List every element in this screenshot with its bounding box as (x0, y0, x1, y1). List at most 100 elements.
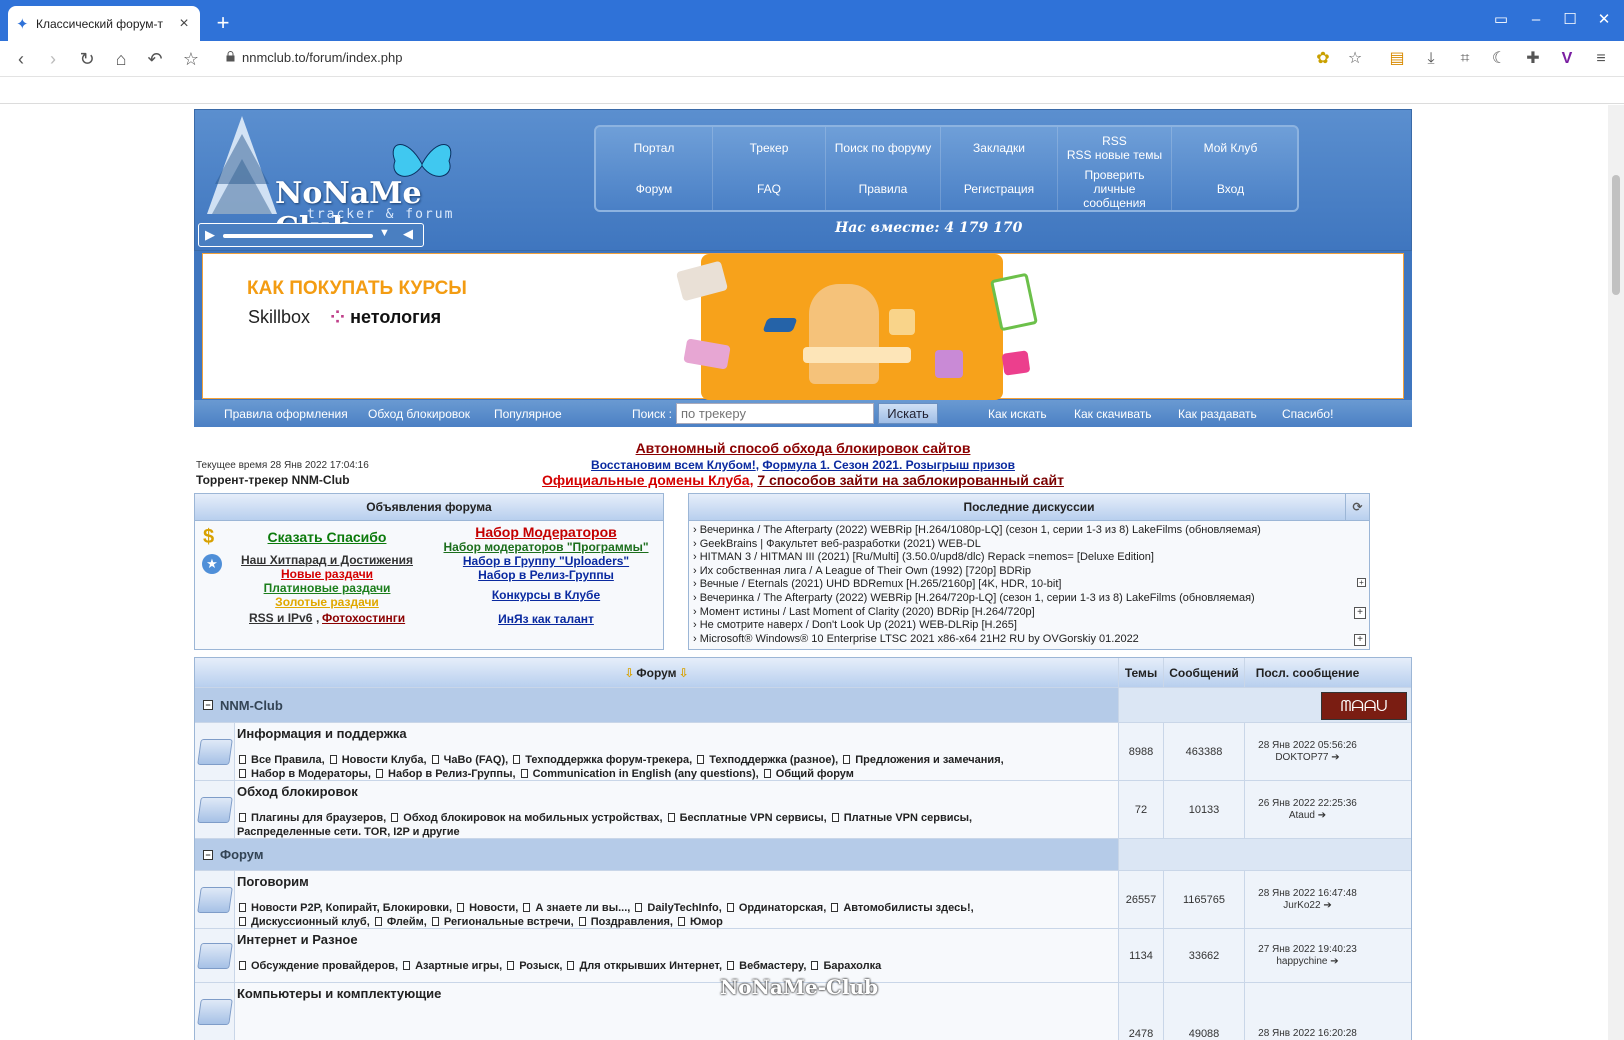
discussion-item[interactable]: › Вечные / Eternals (2021) UHD BDRemux [… (693, 578, 1369, 592)
feed-icon[interactable]: ▤ (1384, 47, 1410, 71)
subforum-link[interactable]: Розыск (519, 960, 559, 972)
chevron-down-icon[interactable]: ▼ (379, 227, 390, 239)
collapse-icon[interactable]: − (203, 849, 213, 860)
nav-login[interactable]: Вход (1172, 168, 1289, 210)
favorite-star-button[interactable]: ☆ (1342, 47, 1368, 71)
back-button[interactable]: ‹ (8, 47, 34, 71)
discussion-item[interactable]: › Момент истины / Last Moment of Clarity… (693, 606, 1369, 620)
forum-title[interactable]: Компьютеры и комплектующие (237, 986, 1118, 1001)
nav-forum[interactable]: Форум (596, 168, 713, 210)
link-how-to-search[interactable]: Как искать (988, 407, 1047, 421)
subforum-link[interactable]: ЧаВо (FAQ) (444, 754, 506, 766)
subforum-link[interactable]: Новости P2P, Копирайт, Блокировки (251, 902, 449, 914)
subforum-link[interactable]: Юмор (690, 916, 723, 928)
discussion-item[interactable]: › Microsoft® Windows® 10 Enterprise LTSC… (693, 633, 1369, 647)
subforum-link[interactable]: Для открывших Интернет (579, 960, 719, 972)
subforum-link[interactable]: Дискуссионный клуб (251, 916, 367, 928)
category-title[interactable]: − Форум (195, 839, 1119, 870)
subforum-link[interactable]: Набор в Релиз-Группы (388, 768, 512, 780)
link-platinum[interactable]: Платиновые раздачи (219, 581, 435, 595)
download-icon[interactable]: ⤓ (1418, 47, 1444, 71)
subforum-link[interactable]: Азартные игры (415, 960, 499, 972)
subforum-link[interactable]: Региональные встречи (444, 916, 571, 928)
screenshot-icon[interactable]: ⌗ (1452, 47, 1478, 71)
subforum-link[interactable]: Все Правила (251, 754, 322, 766)
link-say-thanks[interactable]: Сказать Спасибо (219, 529, 435, 545)
expand-icon[interactable]: + (1354, 634, 1366, 646)
discussion-item[interactable]: › HITMAN 3 / HITMAN III (2021) [Ru/Multi… (693, 551, 1369, 565)
home-button[interactable]: ⌂ (108, 47, 134, 71)
discussion-item[interactable]: › GeekBrains | Факультет веб-разработки … (693, 538, 1369, 552)
page-scrollbar[interactable] (1608, 105, 1624, 1040)
minimize-button[interactable]: – (1522, 8, 1550, 32)
subforum-link[interactable]: Бесплатные VPN сервисы (680, 812, 824, 824)
nav-tracker[interactable]: Трекер (713, 127, 826, 168)
link-how-to-seed[interactable]: Как раздавать (1178, 407, 1257, 421)
nav-faq[interactable]: FAQ (713, 168, 826, 210)
subforum-link[interactable]: Новости Клуба (342, 754, 424, 766)
subforum-link[interactable]: Плагины для браузеров (251, 812, 383, 824)
link-7-ways[interactable]: 7 способов зайти на заблокированный сайт (757, 472, 1064, 488)
reload-button[interactable]: ↻ (74, 47, 100, 71)
goto-post-icon[interactable]: ➔ (1330, 956, 1338, 967)
menu-icon[interactable]: ≡ (1588, 47, 1614, 71)
browser-tab[interactable]: ✦ Классический форум-т × (8, 6, 200, 41)
last-post-user[interactable]: Ataud (1289, 810, 1315, 821)
link-photohosting[interactable]: Фотохостинги (322, 611, 405, 625)
subforum-link[interactable]: Вебмастеру (739, 960, 803, 972)
link-rss-ipv6[interactable]: RSS и IPv6 (249, 611, 312, 625)
forum-title[interactable]: Информация и поддержка (237, 726, 1118, 741)
extension-icon[interactable]: ✿ (1310, 47, 1336, 71)
subforum-link[interactable]: Флейм (387, 916, 424, 928)
collapse-icon[interactable]: − (203, 700, 213, 710)
link-thanks[interactable]: Спасибо! (1282, 407, 1333, 421)
link-moderators[interactable]: Набор Модераторов (435, 524, 657, 540)
forum-title[interactable]: Обход блокировок (237, 784, 1118, 799)
discussion-item[interactable]: › Их собственная лига / A League of Thei… (693, 565, 1369, 579)
last-post-user[interactable]: DOKTOP77 (1275, 752, 1328, 763)
subforum-link[interactable]: Поздравления (591, 916, 670, 928)
last-post-user[interactable]: JurKo22 (1283, 900, 1320, 911)
nav-register[interactable]: Регистрация (941, 168, 1058, 210)
volume-icon[interactable]: ◀ (403, 226, 413, 242)
link-uploaders[interactable]: Набор в Группу "Uploaders" (435, 554, 657, 568)
site-logo[interactable]: NoNaMe Club tracker & forum (195, 110, 475, 246)
link-moderators-programs[interactable]: Набор модераторов "Программы" (435, 540, 657, 554)
forum-title[interactable]: Поговорим (237, 874, 1118, 889)
url-field[interactable]: nnmclub.to/forum/index.php (242, 50, 402, 65)
discussion-item[interactable]: › Не смотрите наверх / Don't Look Up (20… (693, 619, 1369, 633)
maximize-button[interactable]: ☐ (1556, 8, 1584, 32)
link-official-domains[interactable]: Официальные домены Клуба (542, 472, 750, 488)
subforum-link[interactable]: А знаете ли вы... (535, 902, 627, 914)
nav-forum-search[interactable]: Поиск по форуму (826, 127, 941, 168)
subforum-link[interactable]: Распределенные сети. TOR, I2P и другие (237, 826, 460, 838)
link-inyaz[interactable]: ИнЯз как талант (435, 612, 657, 626)
nav-my-club[interactable]: Мой Клуб (1172, 127, 1289, 168)
subforum-link[interactable]: Ординаторская (739, 902, 823, 914)
close-tab-icon[interactable]: × (176, 15, 192, 33)
subforum-link[interactable]: Предложения и замечания (855, 754, 1000, 766)
subforum-link[interactable]: Автомобилисты здесь! (843, 902, 970, 914)
nav-check-pm[interactable]: Проверить личные сообщения (1058, 168, 1172, 210)
forum-title[interactable]: Интернет и Разное (237, 932, 1118, 947)
goto-post-icon[interactable]: ➔ (1331, 752, 1339, 763)
link-hitparade[interactable]: Наш Хитпарад и Достижения (219, 553, 435, 567)
undo-button[interactable]: ↶ (142, 47, 168, 71)
ad-banner[interactable]: КАК ПОКУПАТЬ КУРСЫ Skillbox ⁘ нетология (202, 253, 1404, 400)
subforum-link[interactable]: Обсуждение провайдеров (251, 960, 395, 972)
search-input[interactable] (676, 403, 874, 424)
nav-portal[interactable]: Портал (596, 127, 713, 168)
category-name[interactable]: NNM-Club (220, 698, 283, 713)
audio-player[interactable]: ▶ ▼ ◀ (198, 223, 424, 247)
expand-icon[interactable]: + (1354, 607, 1366, 619)
category-title[interactable]: − NNM-Club (195, 688, 1119, 722)
planet-logo[interactable]: ᗰᗩᗩᑌ (1321, 692, 1407, 720)
nav-rules[interactable]: Правила (826, 168, 941, 210)
nav-rss[interactable]: RSS RSS новые темы (1058, 127, 1172, 168)
puzzle-icon[interactable]: ✚ (1520, 47, 1546, 71)
link-restore-club[interactable]: Восстановим всем Клубом! (591, 458, 756, 472)
link-contests[interactable]: Конкурсы в Клубе (435, 588, 657, 602)
col-forum[interactable]: ⇩ Форум ⇩ (195, 658, 1119, 687)
expand-small-icon[interactable]: + (1357, 578, 1366, 587)
subforum-link[interactable]: Платные VPN сервисы (844, 812, 969, 824)
